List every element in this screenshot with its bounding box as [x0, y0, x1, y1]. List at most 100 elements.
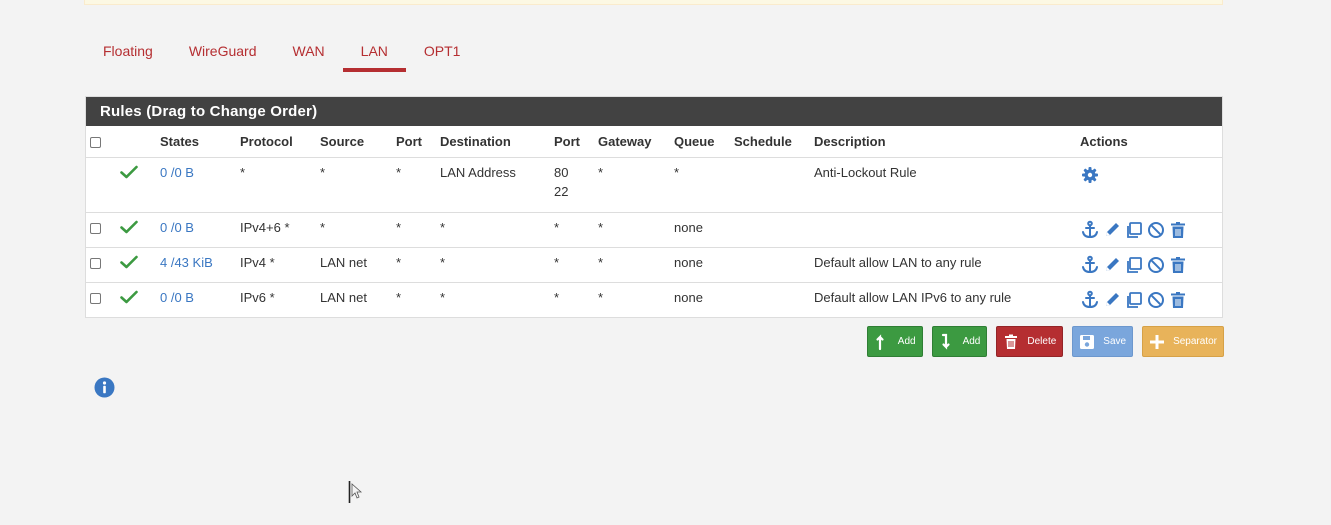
cell-destination: * [436, 247, 550, 283]
check-icon [120, 255, 138, 269]
tab-floating[interactable]: Floating [85, 34, 171, 72]
row-checkbox[interactable] [90, 258, 101, 269]
cell-protocol: IPv4+6 * [236, 212, 316, 248]
tab-wan[interactable]: WAN [275, 34, 343, 72]
col-source-port: Port [392, 126, 436, 158]
cell-source: LAN net [316, 247, 392, 283]
cell-queue: none [670, 282, 730, 317]
row-actions [1080, 290, 1218, 310]
cell-schedule [730, 282, 810, 317]
select-all-cell [86, 126, 116, 158]
cell-destination: LAN Address [436, 157, 550, 213]
cell-source: * [316, 157, 392, 213]
cell-destination-port: * [550, 247, 594, 283]
col-gateway: Gateway [594, 126, 670, 158]
save-icon [1080, 334, 1095, 349]
cell-gateway: * [594, 157, 670, 213]
states-link[interactable]: 0 /0 B [160, 165, 194, 180]
col-schedule: Schedule [730, 126, 810, 158]
add-rule-top-button[interactable]: Add [866, 326, 923, 357]
delete-button[interactable]: Delete [996, 326, 1064, 357]
cell-queue: none [670, 212, 730, 248]
disable-icon[interactable] [1146, 290, 1167, 310]
cell-destination: * [436, 282, 550, 317]
check-icon [120, 290, 138, 304]
cell-source: * [316, 212, 392, 248]
anchor-icon[interactable] [1080, 290, 1101, 310]
trash-icon[interactable] [1168, 255, 1189, 275]
col-states: States [156, 126, 236, 158]
notice-strip [84, 0, 1223, 5]
info-icon[interactable] [94, 377, 115, 398]
col-destination-port: Port [550, 126, 594, 158]
copy-icon[interactable] [1124, 255, 1145, 275]
interface-tabs: Floating WireGuard WAN LAN OPT1 [85, 34, 478, 76]
cell-schedule [730, 157, 810, 213]
cell-queue: none [670, 247, 730, 283]
plus-icon [1150, 334, 1165, 349]
row-checkbox[interactable] [90, 293, 101, 304]
col-source: Source [316, 126, 392, 158]
tab-opt1[interactable]: OPT1 [406, 34, 479, 72]
rules-table: States Protocol Source Port Destination … [86, 126, 1222, 317]
table-row: 0 /0 B IPv4+6 * * * * * * none [86, 212, 1222, 248]
pencil-icon[interactable] [1102, 255, 1123, 275]
cell-gateway: * [594, 247, 670, 283]
col-actions: Actions [1076, 126, 1222, 158]
cell-description [810, 212, 1076, 248]
trash-icon[interactable] [1168, 220, 1189, 240]
cell-source-port: * [392, 157, 436, 213]
col-destination: Destination [436, 126, 550, 158]
anchor-icon[interactable] [1080, 255, 1101, 275]
pencil-icon[interactable] [1102, 220, 1123, 240]
gear-icon[interactable] [1080, 165, 1101, 185]
cell-schedule [730, 247, 810, 283]
table-row: 4 /43 KiB IPv4 * LAN net * * * * none De… [86, 247, 1222, 283]
trash-icon[interactable] [1168, 290, 1189, 310]
cell-description: Default allow LAN IPv6 to any rule [810, 282, 1076, 317]
states-link[interactable]: 0 /0 B [160, 220, 194, 235]
cell-protocol: IPv4 * [236, 247, 316, 283]
col-status [116, 126, 156, 158]
copy-icon[interactable] [1124, 220, 1145, 240]
cell-protocol: * [236, 157, 316, 213]
table-header-row: States Protocol Source Port Destination … [86, 126, 1222, 158]
tab-wireguard[interactable]: WireGuard [171, 34, 275, 72]
row-checkbox[interactable] [90, 223, 101, 234]
check-icon [120, 165, 138, 179]
states-link[interactable]: 0 /0 B [160, 290, 194, 305]
tab-lan[interactable]: LAN [342, 34, 407, 72]
mouse-cursor-icon [348, 481, 363, 503]
cell-destination-port: * [550, 212, 594, 248]
add-rule-bottom-button[interactable]: Add [931, 326, 988, 357]
panel-title: Rules (Drag to Change Order) [86, 97, 1222, 126]
states-link[interactable]: 4 /43 KiB [160, 255, 213, 270]
save-button[interactable]: Save [1072, 326, 1134, 357]
cell-destination-port: 80 22 [550, 157, 594, 213]
rule-button-bar: Add Add Delete Save Separator [866, 326, 1224, 357]
col-protocol: Protocol [236, 126, 316, 158]
select-all-checkbox[interactable] [90, 137, 101, 149]
copy-icon[interactable] [1124, 290, 1145, 310]
cell-description: Default allow LAN to any rule [810, 247, 1076, 283]
cell-gateway: * [594, 282, 670, 317]
row-actions [1080, 255, 1218, 275]
cell-schedule [730, 212, 810, 248]
add-separator-button[interactable]: Separator [1142, 326, 1224, 357]
cell-gateway: * [594, 212, 670, 248]
check-icon [120, 220, 138, 234]
rules-panel: Rules (Drag to Change Order) States Prot… [85, 96, 1223, 318]
pencil-icon[interactable] [1102, 290, 1123, 310]
trash-icon [1005, 334, 1018, 349]
table-row: 0 /0 B * * * LAN Address 80 22 * * Anti-L… [86, 157, 1222, 213]
cell-queue: * [670, 157, 730, 213]
cell-destination: * [436, 212, 550, 248]
cell-protocol: IPv6 * [236, 282, 316, 317]
col-description: Description [810, 126, 1076, 158]
disable-icon[interactable] [1146, 255, 1167, 275]
arrow-down-icon [941, 333, 950, 350]
cell-source: LAN net [316, 282, 392, 317]
cell-source-port: * [392, 282, 436, 317]
anchor-icon[interactable] [1080, 220, 1101, 240]
disable-icon[interactable] [1146, 220, 1167, 240]
